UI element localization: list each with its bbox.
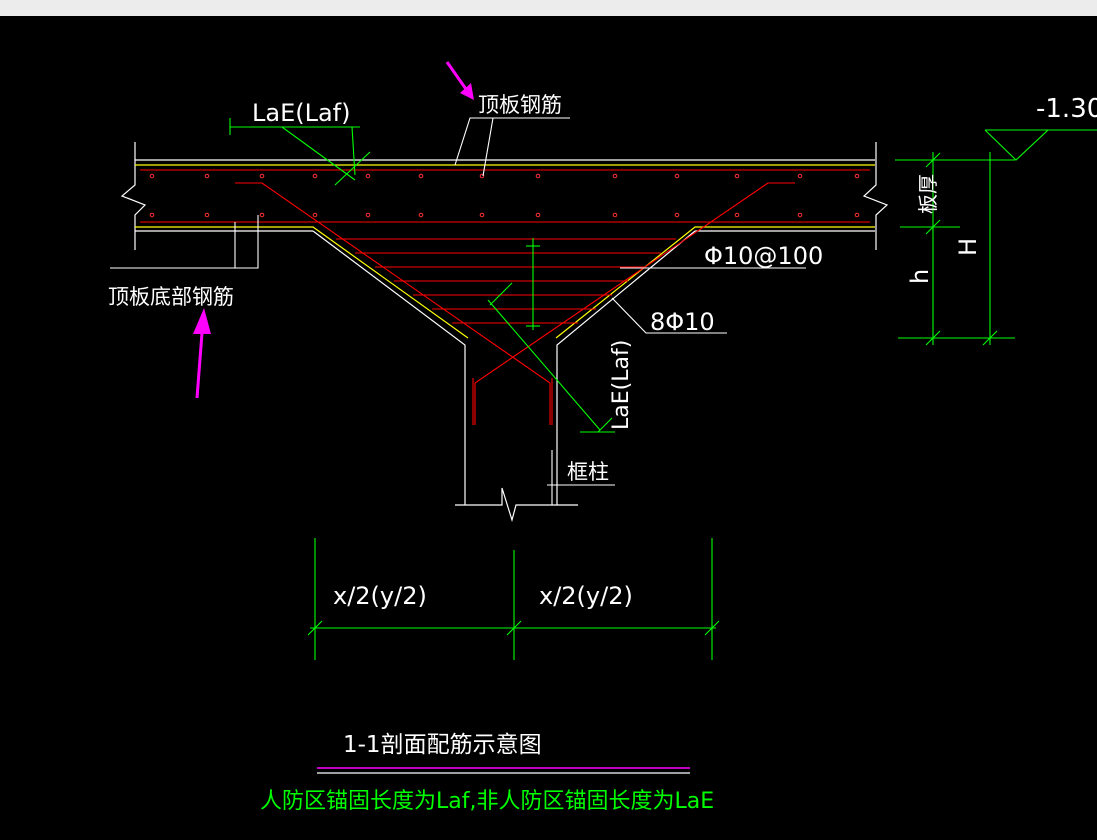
label-dim-right: x/2(y/2) bbox=[539, 582, 633, 610]
slab-outline bbox=[120, 142, 889, 250]
rebar-lines bbox=[140, 169, 870, 425]
rebar-dots bbox=[149, 173, 860, 218]
label-h-big: H bbox=[954, 238, 982, 256]
drawing-title: 1-1剖面配筋示意图 bbox=[343, 732, 542, 758]
anchorage-note: 人防区锚固长度为Laf,非人防区锚固长度为LaE bbox=[260, 789, 714, 814]
title-underline bbox=[317, 767, 690, 774]
label-level: -1.30 bbox=[1036, 94, 1097, 124]
label-h-small: h bbox=[906, 269, 934, 284]
magenta-arrow-top bbox=[445, 61, 474, 100]
label-dim-left: x/2(y/2) bbox=[333, 582, 427, 610]
label-bars: 8Φ10 bbox=[650, 308, 715, 336]
label-lae-laf-top: LaE(Laf) bbox=[252, 99, 351, 127]
label-bottom-rebar: 顶板底部钢筋 bbox=[108, 285, 234, 309]
label-column: 框柱 bbox=[567, 460, 609, 484]
dimension-lines bbox=[229, 118, 1097, 660]
label-lae-laf-side: LaE(Laf) bbox=[609, 340, 634, 430]
label-stirrup: Φ10@100 bbox=[704, 242, 823, 270]
magenta-arrow-bottom bbox=[193, 308, 211, 399]
label-top-rebar: 顶板钢筋 bbox=[478, 93, 562, 117]
haunch-column-outline bbox=[312, 230, 696, 523]
label-slab-thickness: 板厚 bbox=[916, 174, 940, 214]
cad-drawing-canvas[interactable]: LaE(Laf) 顶板钢筋 顶板底部钢筋 -1.30 板厚 h H Φ10@10… bbox=[0, 0, 1097, 840]
